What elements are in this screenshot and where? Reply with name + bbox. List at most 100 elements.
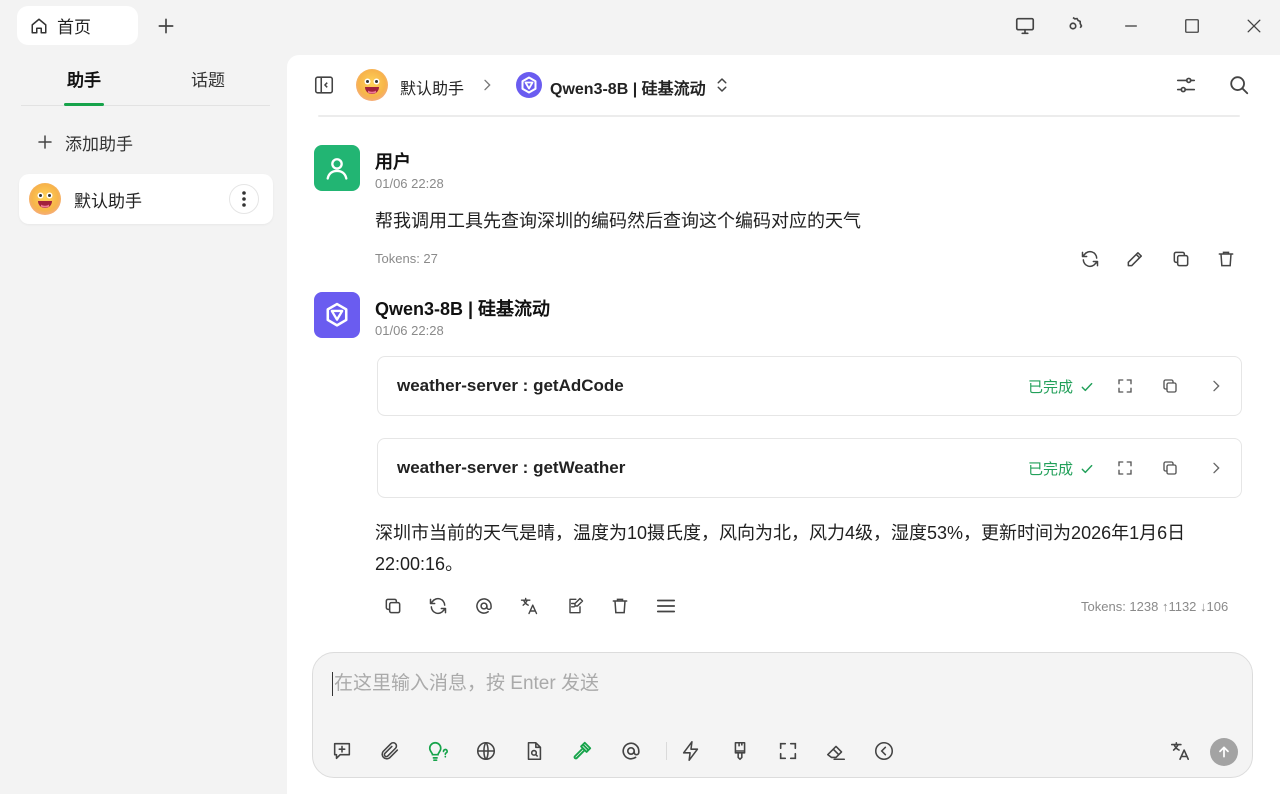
- delete-button[interactable]: [606, 592, 634, 620]
- assistant-name: 默认助手: [74, 191, 142, 211]
- fullscreen-icon: [779, 742, 797, 760]
- expand-button[interactable]: [1111, 454, 1139, 482]
- tool-call-card[interactable]: weather-server : getWeather 已完成: [377, 438, 1242, 498]
- tool-call-card[interactable]: weather-server : getAdCode 已完成: [377, 356, 1242, 416]
- think-button[interactable]: [424, 737, 452, 765]
- note-edit-icon: [569, 597, 584, 614]
- close-window-button[interactable]: [1240, 12, 1268, 40]
- clear-style-button[interactable]: [726, 737, 754, 765]
- trash-icon: [1218, 251, 1234, 267]
- more-vertical-icon: [242, 191, 246, 207]
- quick-phrases-button[interactable]: [677, 737, 705, 765]
- settings-sliders-button[interactable]: [1172, 71, 1200, 99]
- assistant-message-text: 深圳市当前的天气是晴，温度为10摄氏度，风向为北，风力4级，湿度53%，更新时间…: [375, 518, 1235, 580]
- plus-icon: [38, 135, 52, 149]
- minimize-icon: [1125, 25, 1137, 27]
- copy-icon: [1163, 379, 1177, 393]
- settings-button[interactable]: [1059, 12, 1087, 40]
- edit-button[interactable]: [1121, 245, 1149, 273]
- mention-model-button[interactable]: [617, 737, 645, 765]
- copy-button[interactable]: [379, 592, 407, 620]
- tab-topics[interactable]: 话题: [180, 66, 236, 92]
- monitor-button[interactable]: [1011, 12, 1039, 40]
- maximize-button[interactable]: [1178, 12, 1206, 40]
- qwen-logo-icon: [516, 72, 542, 98]
- copy-button[interactable]: [1156, 454, 1184, 482]
- sidebar-collapse-icon: [314, 76, 334, 94]
- plus-icon: [158, 18, 174, 34]
- message-plus-icon: [333, 742, 351, 760]
- more-menu-button[interactable]: [652, 592, 680, 620]
- search-button[interactable]: [1225, 71, 1253, 99]
- attach-button[interactable]: [376, 737, 404, 765]
- chevron-right-icon: [1213, 462, 1220, 474]
- assistant-emoji-icon: [29, 183, 61, 215]
- assistant-message-time: 01/06 22:28: [375, 323, 444, 338]
- copy-icon: [385, 598, 401, 614]
- user-icon: [326, 158, 348, 180]
- add-assistant-label: 添加助手: [65, 134, 133, 154]
- translate-button[interactable]: [515, 592, 543, 620]
- collapse-button[interactable]: [870, 737, 898, 765]
- trash-icon: [612, 598, 628, 614]
- copy-button[interactable]: [1167, 245, 1195, 273]
- message-input[interactable]: 在这里输入消息，按 Enter 发送: [332, 672, 599, 696]
- assistant-text-line: 深圳市当前的天气是晴，温度为10摄氏度，风向为北，风力4级，湿度53%，更新时间…: [375, 523, 1186, 543]
- knowledge-base-button[interactable]: [520, 737, 548, 765]
- paperclip-icon: [381, 741, 399, 760]
- check-icon: [1081, 382, 1093, 391]
- edit-notes-button[interactable]: [561, 592, 589, 620]
- expand-details-button[interactable]: [1202, 454, 1230, 482]
- regenerate-button[interactable]: [424, 592, 452, 620]
- assistant-more-button[interactable]: [229, 184, 259, 214]
- copy-icon: [1163, 461, 1177, 475]
- copy-button[interactable]: [1156, 372, 1184, 400]
- mention-model-button[interactable]: [470, 592, 498, 620]
- user-message-time: 01/06 22:28: [375, 176, 444, 191]
- tool-status-label: 已完成: [1028, 379, 1074, 396]
- translate-input-button[interactable]: [1166, 737, 1194, 765]
- tab-assistants[interactable]: 助手: [56, 66, 112, 92]
- file-search-icon: [527, 741, 542, 761]
- tool-status-label: 已完成: [1028, 461, 1074, 478]
- at-sign-icon: [622, 742, 640, 760]
- pencil-icon: [1127, 252, 1142, 267]
- hammer-icon: [573, 741, 592, 760]
- gear-icon: [1069, 16, 1083, 30]
- translate-icon: [520, 597, 538, 615]
- sidebar-divider: [21, 105, 270, 106]
- regenerate-button[interactable]: [1076, 245, 1104, 273]
- check-icon: [1081, 464, 1093, 473]
- at-sign-icon: [476, 598, 492, 614]
- expand-details-button[interactable]: [1202, 372, 1230, 400]
- header-assistant-name[interactable]: 默认助手: [400, 75, 464, 99]
- eraser-icon: [826, 745, 846, 761]
- tool-call-name: weather-server : getWeather: [397, 458, 626, 477]
- toggle-sidebar-button[interactable]: [310, 71, 338, 99]
- header-assistant-avatar: [356, 69, 388, 101]
- expand-button[interactable]: [1111, 372, 1139, 400]
- translate-icon: [1170, 741, 1190, 761]
- tool-call-name: weather-server : getAdCode: [397, 376, 624, 395]
- clear-context-button[interactable]: [822, 737, 850, 765]
- new-tab-button[interactable]: [152, 12, 180, 40]
- fullscreen-input-button[interactable]: [774, 737, 802, 765]
- assistant-text-line: 22:00:16。: [375, 554, 464, 574]
- minimize-button[interactable]: [1117, 12, 1145, 40]
- chevron-up-down-icon[interactable]: [713, 76, 731, 94]
- web-search-button[interactable]: [472, 737, 500, 765]
- send-button[interactable]: [1210, 738, 1238, 766]
- chevron-right-icon: [1213, 380, 1220, 392]
- new-topic-button[interactable]: [328, 737, 356, 765]
- maximize-icon: [1185, 19, 1199, 33]
- model-selector[interactable]: Qwen3-8B | 硅基流动: [550, 75, 706, 99]
- header-divider: [318, 115, 1240, 117]
- lightning-icon: [682, 741, 699, 761]
- delete-button[interactable]: [1212, 245, 1240, 273]
- mcp-tools-button[interactable]: [568, 737, 596, 765]
- sidebar-item-default-assistant[interactable]: 默认助手: [19, 174, 273, 224]
- add-assistant-button[interactable]: 添加助手: [36, 128, 133, 156]
- home-icon: [30, 17, 48, 35]
- qwen-avatar: [314, 292, 360, 338]
- tab-home[interactable]: 首页: [17, 6, 138, 45]
